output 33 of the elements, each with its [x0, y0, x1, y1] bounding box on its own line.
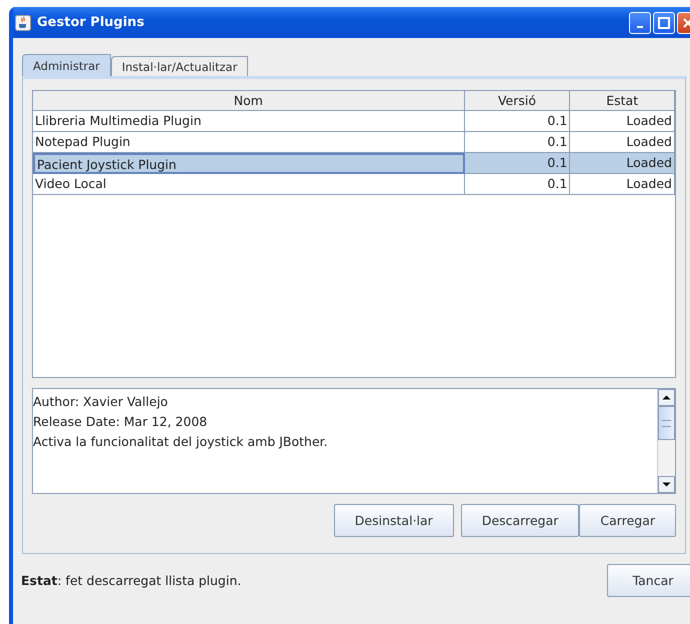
scroll-thumb[interactable]	[658, 406, 675, 440]
column-header[interactable]: Estat	[570, 91, 675, 111]
column-header[interactable]: Versió	[464, 91, 570, 111]
tab[interactable]: Administrar	[22, 54, 111, 76]
details-line: Activa la funcionalitat del joystick amb JBother.	[33, 433, 329, 451]
details-line: Author: Xavier Vallejo	[33, 393, 169, 411]
window-title: Gestor Plugins	[37, 15, 146, 30]
minimize-icon	[637, 26, 643, 28]
action-button[interactable]: Desinstal·lar	[334, 504, 454, 537]
table-row[interactable]: Pacient Joystick Plugin 0.1 Loaded	[33, 153, 675, 174]
close-dialog-button[interactable]: Tancar	[607, 564, 690, 596]
maximize-button[interactable]	[653, 12, 675, 34]
minimize-button[interactable]	[629, 12, 651, 34]
scrollbar[interactable]	[657, 389, 675, 493]
coffee-cup-icon	[15, 14, 31, 30]
table-cell: 0.1	[464, 174, 570, 195]
table-cell: Video Local	[33, 174, 465, 195]
details-line: Release Date: Mar 12, 2008	[33, 413, 208, 431]
table-cell: Loaded	[570, 153, 675, 174]
column-header[interactable]: Nom	[33, 91, 465, 111]
tab[interactable]: Instal·lar/Actualitzar	[110, 56, 248, 76]
maximize-icon	[658, 17, 670, 29]
table-cell: Pacient Joystick Plugin	[33, 153, 465, 174]
table-row[interactable]: Llibreria Multimedia Plugin 0.1 Loaded	[33, 111, 675, 132]
status-text: Estat: fet descarregat llista plugin.	[21, 572, 242, 588]
table-cell: Llibreria Multimedia Plugin	[33, 111, 465, 132]
action-button[interactable]: Descarregar	[460, 504, 580, 537]
table-cell: 0.1	[464, 111, 570, 132]
table-cell: Loaded	[570, 174, 675, 195]
action-button[interactable]: Carregar	[579, 504, 676, 537]
table-row[interactable]: Video Local 0.1 Loaded	[33, 174, 675, 195]
table-cell: 0.1	[464, 153, 570, 174]
table-cell: Loaded	[570, 111, 675, 132]
